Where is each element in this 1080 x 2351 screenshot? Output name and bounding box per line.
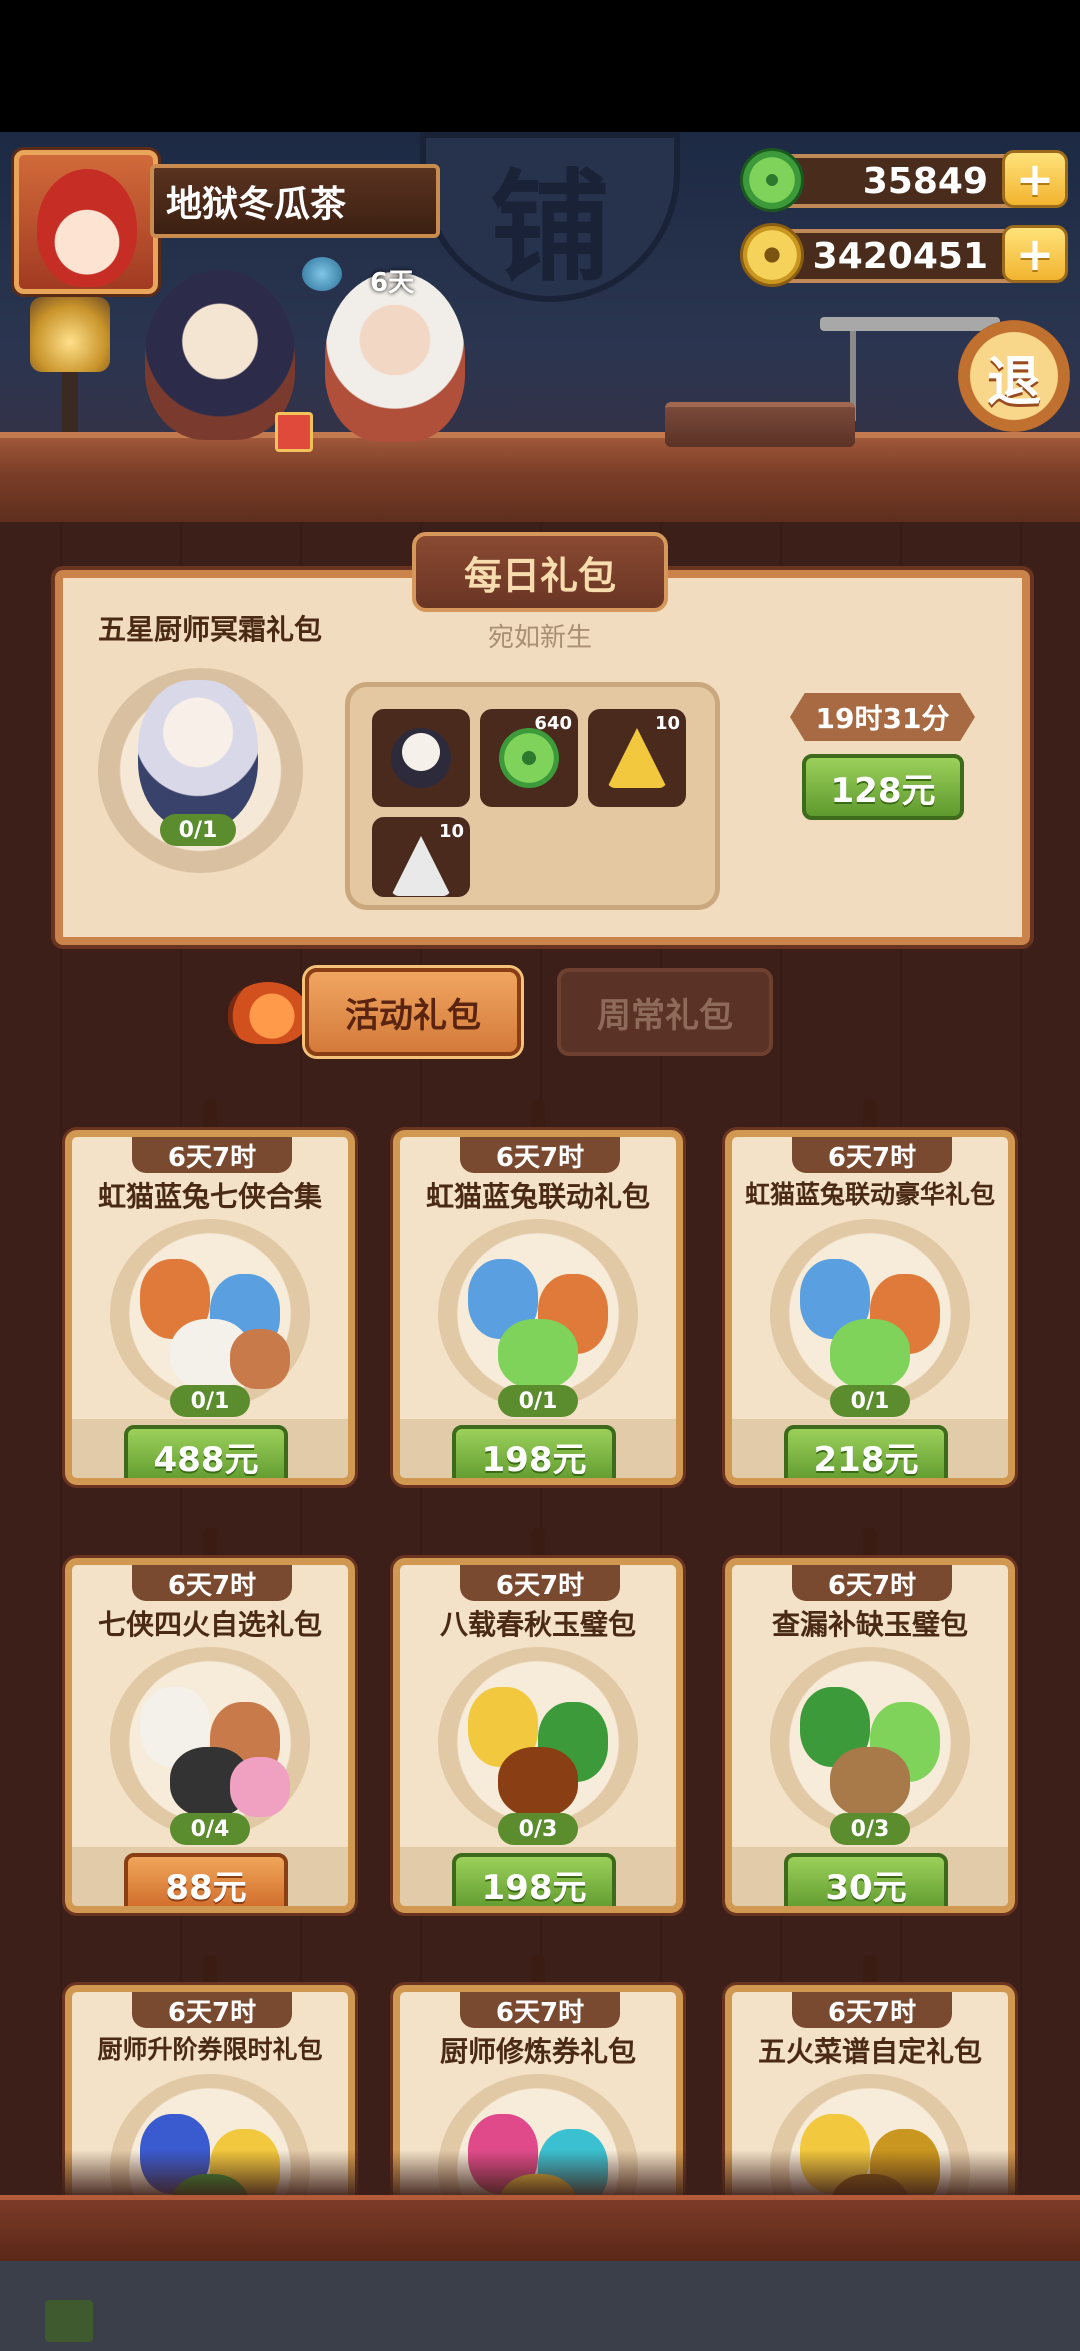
pack-timer: 6天7时	[460, 1565, 620, 1601]
pack-art-figure	[230, 1329, 290, 1389]
silver-rice-dumpling-icon	[391, 836, 451, 896]
pack-buy-button[interactable]: 198元	[452, 1425, 616, 1478]
item-quantity: 10	[654, 713, 680, 734]
daily-pack-title: 每日礼包	[412, 532, 668, 612]
add-jade-button[interactable]: +	[1002, 150, 1068, 208]
player-name: 地狱冬瓜茶	[150, 164, 440, 238]
tab-weekly-packs[interactable]: 周常礼包	[557, 968, 773, 1056]
avatar-face	[37, 169, 137, 287]
item-quantity: 10	[438, 821, 464, 842]
coin-icon	[740, 223, 804, 287]
add-coin-button[interactable]: +	[1002, 225, 1068, 283]
daily-item-silver-dumpling[interactable]: 10	[372, 817, 470, 897]
scooter-icon[interactable]	[302, 257, 342, 291]
pack-card[interactable]: 6天7时八载春秋玉璧包 0/3 198元	[393, 1558, 683, 1913]
pack-art-figure	[498, 1319, 578, 1389]
book-stack	[665, 402, 855, 447]
daily-item-chef[interactable]	[372, 709, 470, 807]
pack-art	[110, 1219, 310, 1409]
pack-timer: 6天7时	[460, 1992, 620, 2028]
pack-name: 七侠四火自选礼包	[97, 1608, 322, 1641]
player-avatar[interactable]	[14, 150, 158, 294]
pack-count: 0/3	[830, 1813, 910, 1845]
daily-pack-subtitle: 宛如新生	[487, 623, 592, 653]
lamp-icon	[30, 297, 110, 372]
daily-item-jade[interactable]: 640	[480, 709, 578, 807]
pack-art	[770, 1647, 970, 1837]
chef-card-icon	[391, 728, 451, 788]
pack-art	[438, 1219, 638, 1409]
pack-card[interactable]: 6天7时虹猫蓝兔联动礼包 0/1 198元	[393, 1130, 683, 1485]
pack-art-figure	[830, 1319, 910, 1389]
daily-pack-hero[interactable]: 0/1	[98, 668, 303, 873]
pack-art-figure	[498, 1747, 578, 1817]
bottom-frame	[0, 2195, 1080, 2261]
exit-button[interactable]: 退	[958, 320, 1070, 432]
pack-buy-button[interactable]: 30元	[784, 1853, 948, 1906]
gift-box-icon	[275, 412, 313, 452]
scroll-fade	[0, 2150, 1080, 2200]
pack-count: 0/4	[170, 1813, 250, 1845]
pack-art-figure	[830, 1747, 910, 1817]
jade-icon	[499, 728, 559, 788]
pack-art	[438, 1647, 638, 1837]
pack-buy-button[interactable]: 488元	[124, 1425, 288, 1478]
shopkeeper-character[interactable]	[145, 270, 295, 440]
counter-shelf	[0, 432, 1080, 522]
pack-timer: 6天7时	[132, 1992, 292, 2028]
pack-timer: 6天7时	[792, 1992, 952, 2028]
item-quantity: 640	[534, 713, 572, 734]
pack-card[interactable]: 6天7时七侠四火自选礼包 0/4 88元	[65, 1558, 355, 1913]
lamp-post	[62, 372, 78, 437]
cat-mascot-icon	[228, 982, 308, 1044]
pack-buy-button[interactable]: 218元	[784, 1425, 948, 1478]
pack-card[interactable]: 6天7时查漏补缺玉璧包 0/3 30元	[725, 1558, 1015, 1913]
pack-art	[110, 1647, 310, 1837]
bottom-icon[interactable]	[45, 2300, 93, 2342]
pack-card[interactable]: 6天7时虹猫蓝兔联动豪华礼包 0/1 218元	[725, 1130, 1015, 1485]
pack-count: 0/1	[498, 1385, 578, 1417]
pack-count: 0/3	[498, 1813, 578, 1845]
jade-icon	[740, 148, 804, 212]
pack-buy-button[interactable]: 198元	[452, 1853, 616, 1906]
pack-timer: 6天7时	[132, 1137, 292, 1173]
pack-timer: 6天7时	[460, 1137, 620, 1173]
daily-pack-timer: 19时31分	[790, 693, 975, 741]
pack-name: 虹猫蓝兔联动礼包	[425, 1180, 650, 1213]
utensil-rack	[820, 317, 1000, 331]
pack-name: 厨师升阶券限时礼包	[97, 2035, 323, 2064]
daily-pack-buy-button[interactable]: 128元	[802, 754, 964, 820]
daily-item-gold-dumpling[interactable]: 10	[588, 709, 686, 807]
pack-name: 虹猫蓝兔七侠合集	[97, 1180, 322, 1213]
pack-count: 0/1	[170, 1385, 250, 1417]
pack-art-figure	[230, 1757, 290, 1817]
pack-timer: 6天7时	[792, 1565, 952, 1601]
pack-buy-button[interactable]: 88元	[124, 1853, 288, 1906]
status-bar-area	[0, 0, 1080, 132]
bottom-bar	[0, 2261, 1080, 2351]
pack-name: 查漏补缺玉璧包	[771, 1608, 968, 1641]
days-tag: 6天	[370, 268, 415, 298]
pack-count: 0/1	[830, 1385, 910, 1417]
pack-timer: 6天7时	[132, 1565, 292, 1601]
gold-rice-dumpling-icon	[607, 728, 667, 788]
daily-pack-items: 640 10 10	[345, 682, 720, 910]
pack-name: 五火菜谱自定礼包	[757, 2035, 982, 2068]
pack-timer: 6天7时	[792, 1137, 952, 1173]
daily-pack-count: 0/1	[160, 814, 236, 846]
pack-name: 厨师修炼券礼包	[439, 2035, 636, 2068]
pack-name: 虹猫蓝兔联动豪华礼包	[744, 1180, 995, 1209]
daily-pack-name: 五星厨师冥霜礼包	[98, 613, 323, 646]
pack-name: 八载春秋玉璧包	[439, 1608, 636, 1641]
pack-art	[770, 1219, 970, 1409]
tab-event-packs[interactable]: 活动礼包	[305, 968, 521, 1056]
pack-card[interactable]: 6天7时虹猫蓝兔七侠合集 0/1 488元	[65, 1130, 355, 1485]
shop-sign: 铺	[420, 132, 680, 302]
chef-portrait-icon	[138, 680, 258, 830]
